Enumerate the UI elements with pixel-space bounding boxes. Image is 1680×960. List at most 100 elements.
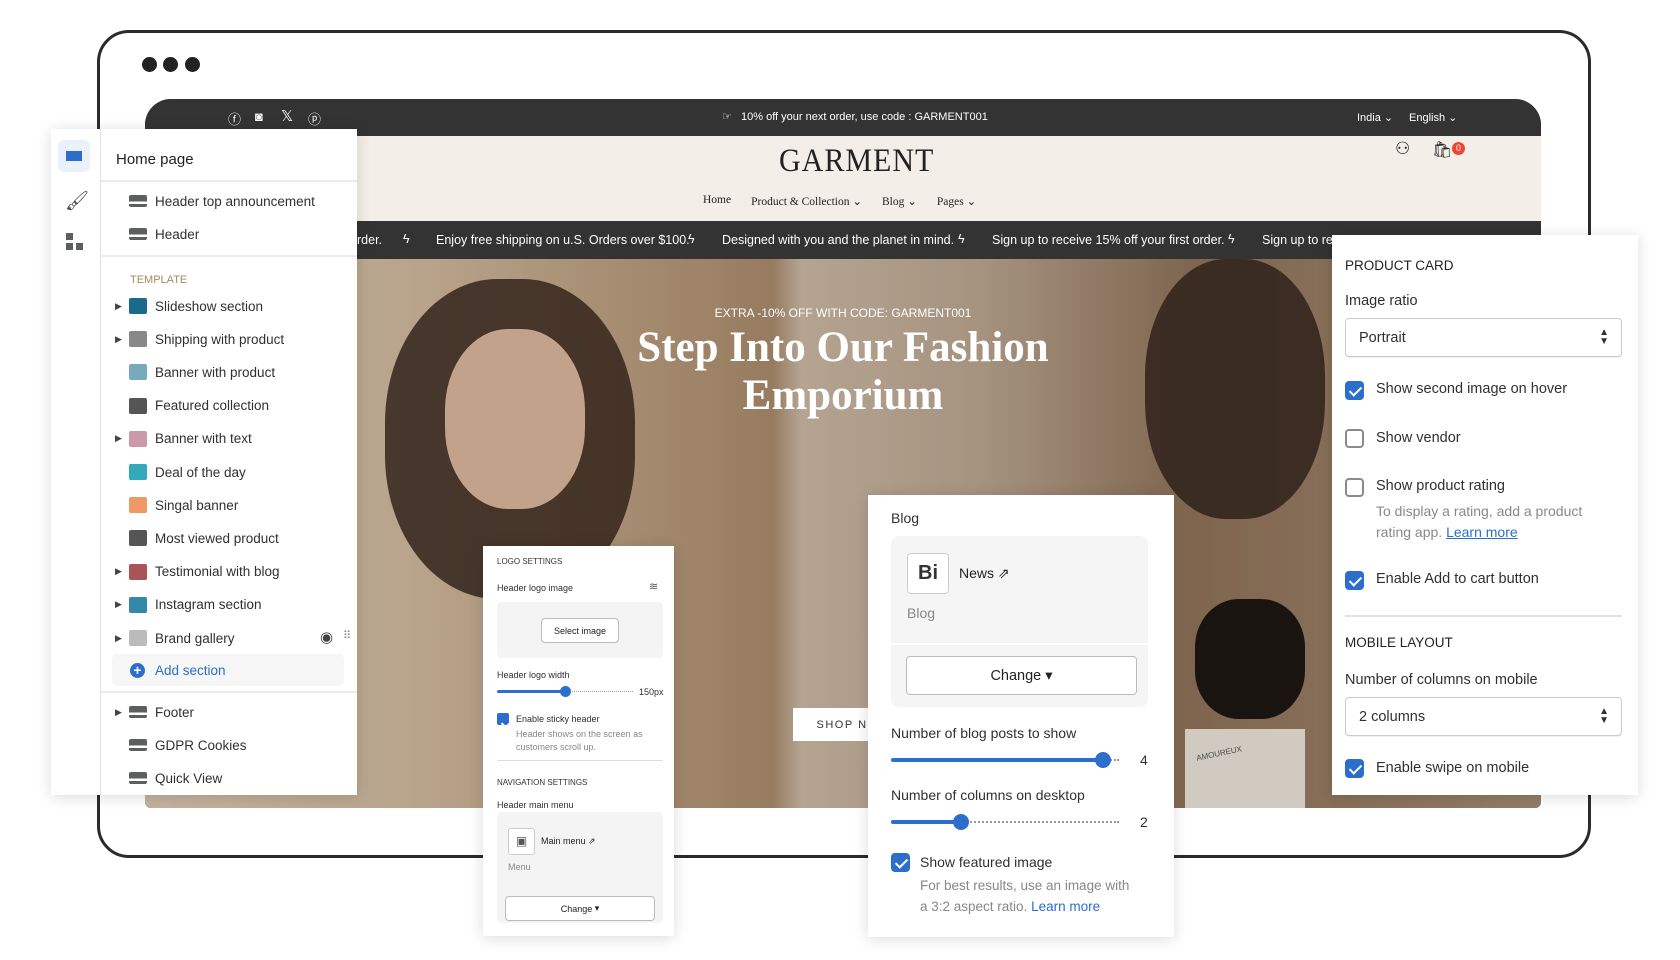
icon-rail: 🖌 xyxy=(51,129,101,795)
select-image-button[interactable]: Select image xyxy=(541,618,619,643)
second-image-checkbox[interactable] xyxy=(1345,381,1364,400)
hand-icon: ☞ xyxy=(722,111,732,123)
show-vendor-checkbox[interactable] xyxy=(1345,429,1364,448)
section-thumbnail-icon xyxy=(129,228,147,240)
facebook-icon[interactable]: ⓕ xyxy=(228,109,241,128)
sidebar-item-slideshow-section[interactable]: ▶ Slideshow section xyxy=(115,291,355,321)
field-label: Image ratio xyxy=(1345,293,1418,309)
slider-fill xyxy=(497,690,565,693)
slider-fill xyxy=(891,820,961,824)
theme-settings-brush-icon[interactable]: 🖌 xyxy=(65,189,89,213)
mobile-columns-select[interactable]: 2 columns ▲ ▼ xyxy=(1345,697,1622,736)
sidebar-item-gdpr-cookies[interactable]: GDPR Cookies xyxy=(115,730,355,760)
expand-arrow-icon[interactable]: ▶ xyxy=(115,707,129,718)
nav-pages[interactable]: Pages ⌄ xyxy=(937,194,976,208)
sidebar-item-featured-collection[interactable]: Featured collection xyxy=(115,391,355,421)
sidebar-item-banner-with-text[interactable]: ▶ Banner with text xyxy=(115,424,355,454)
store-logo[interactable]: GARMENT xyxy=(779,142,934,179)
sticky-header-checkbox[interactable] xyxy=(497,713,509,725)
sidebar-item-testimonial-with-blog[interactable]: ▶ Testimonial with blog xyxy=(115,557,355,587)
section-thumbnail-icon xyxy=(129,331,147,348)
help-text: For best results, use an image with xyxy=(920,878,1130,893)
learn-more-link[interactable]: Learn more xyxy=(1446,524,1518,540)
change-menu-button[interactable]: Change ▾ xyxy=(505,896,655,921)
sidebar-item-shipping-with-product[interactable]: ▶ Shipping with product xyxy=(115,324,355,354)
sidebar-item-instagram-section[interactable]: ▶ Instagram section xyxy=(115,590,355,620)
nav-home[interactable]: Home xyxy=(703,194,731,208)
slider-thumb[interactable] xyxy=(952,814,969,830)
sidebar-item-brand-gallery[interactable]: ▶ Brand gallery xyxy=(115,623,355,653)
nav-blog[interactable]: Blog ⌄ xyxy=(882,194,917,208)
sections-icon[interactable] xyxy=(58,140,90,172)
sidebar-item-label: Instagram section xyxy=(155,597,262,613)
sidebar-item-label: Slideshow section xyxy=(155,298,264,314)
slider-thumb[interactable] xyxy=(1095,752,1111,768)
section-thumbnail-icon xyxy=(129,298,147,314)
sidebar-title: Home page xyxy=(116,151,194,168)
section-thumbnail-icon xyxy=(129,464,147,480)
account-icon[interactable]: ⚇ xyxy=(1395,139,1410,159)
eye-icon[interactable]: ◉ xyxy=(320,628,333,646)
add-to-cart-checkbox[interactable] xyxy=(1345,571,1364,590)
cart-count-badge: 0 xyxy=(1452,142,1465,155)
select-arrows-icon: ▲ ▼ xyxy=(1599,327,1609,347)
sidebar-item-label: Footer xyxy=(155,704,195,720)
slider-value: 2 xyxy=(1140,814,1148,830)
window-dot xyxy=(163,57,178,72)
slider-value: 150px xyxy=(639,687,664,697)
sidebar-item-most-viewed-product[interactable]: Most viewed product xyxy=(115,523,355,553)
sidebar-item-label: GDPR Cookies xyxy=(155,737,247,753)
main-menu-link[interactable]: Main menu ⇗ xyxy=(541,836,596,847)
image-ratio-select[interactable]: Portrait ▲ ▼ xyxy=(1345,318,1622,357)
field-label: Number of columns on desktop xyxy=(891,787,1085,803)
change-blog-button[interactable]: Change ▾ xyxy=(906,656,1137,695)
sidebar-item-singal-banner[interactable]: Singal banner xyxy=(115,490,355,520)
sidebar-item-quick-view[interactable]: Quick View xyxy=(115,763,355,793)
sidebar-item-banner-with-product[interactable]: Banner with product xyxy=(115,357,355,387)
sidebar-item-header[interactable]: Header xyxy=(115,219,355,249)
dynamic-source-icon[interactable]: ≋ xyxy=(649,580,658,593)
blog-name-link[interactable]: News ⇗ xyxy=(959,565,1010,582)
x-icon[interactable]: 𝕏 xyxy=(281,107,293,125)
product-card-panel: PRODUCT CARD Image ratio Portrait ▲ ▼ Sho… xyxy=(1332,235,1638,795)
country-selector[interactable]: India ⌄ xyxy=(1357,111,1393,124)
instagram-icon[interactable]: ◙ xyxy=(255,109,263,124)
section-thumbnail-icon xyxy=(129,497,147,514)
sidebar-item-label: Brand gallery xyxy=(155,630,235,646)
expand-arrow-icon[interactable]: ▶ xyxy=(115,633,129,644)
expand-arrow-icon[interactable]: ▶ xyxy=(115,599,129,610)
section-heading: LOGO SETTINGS xyxy=(497,557,563,566)
expand-arrow-icon[interactable]: ▶ xyxy=(115,334,129,345)
section-thumbnail-icon xyxy=(129,596,147,613)
add-section-button[interactable]: + Add section xyxy=(112,654,344,686)
section-heading: MOBILE LAYOUT xyxy=(1345,635,1453,650)
cart-icon[interactable]: 🛍 xyxy=(1432,140,1452,160)
expand-arrow-icon[interactable]: ▶ xyxy=(115,301,129,312)
expand-arrow-icon[interactable]: ▶ xyxy=(115,433,129,444)
marquee-text: Sign up to receive 15% off your first or… xyxy=(992,233,1225,247)
section-thumbnail-icon xyxy=(129,430,147,447)
product-rating-checkbox[interactable] xyxy=(1345,478,1364,497)
field-label: Blog xyxy=(891,510,920,526)
select-arrows-icon: ▲ ▼ xyxy=(1599,706,1609,726)
nav-product-collection[interactable]: Product & Collection ⌄ xyxy=(751,194,862,208)
sidebar-item-header-top-announcement[interactable]: Header top announcement xyxy=(115,186,355,216)
marquee-text: Enjoy free shipping on u.S. Orders over … xyxy=(436,233,690,247)
marquee-text: Sign up to rec xyxy=(1262,233,1340,247)
sidebar-item-deal-of-the-day[interactable]: Deal of the day xyxy=(115,457,355,487)
template-label: TEMPLATE xyxy=(130,274,188,286)
swipe-mobile-checkbox[interactable] xyxy=(1345,759,1364,778)
section-heading: NAVIGATION SETTINGS xyxy=(497,778,588,787)
show-featured-image-checkbox[interactable] xyxy=(891,853,910,872)
language-selector[interactable]: English ⌄ xyxy=(1409,111,1457,124)
expand-arrow-icon[interactable]: ▶ xyxy=(115,566,129,577)
sidebar-item-footer[interactable]: ▶ Footer xyxy=(115,697,355,727)
slider-thumb[interactable] xyxy=(559,686,571,697)
app-blocks-icon[interactable] xyxy=(66,233,83,250)
learn-more-link[interactable]: Learn more xyxy=(1031,899,1100,914)
marquee-text: Designed with you and the planet in mind… xyxy=(722,233,955,247)
help-text: rating app. Learn more xyxy=(1376,524,1518,540)
drag-handle-icon[interactable]: ⠿ xyxy=(343,629,351,642)
help-text: Header shows on the screen as xyxy=(516,729,643,739)
pinterest-icon[interactable]: ⓟ xyxy=(308,109,321,128)
